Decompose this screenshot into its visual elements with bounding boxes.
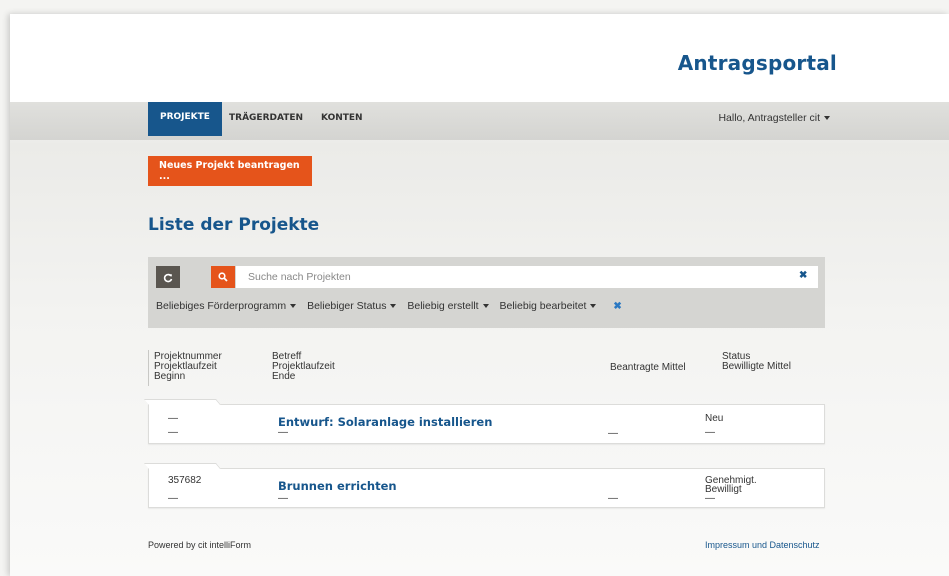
filter-foerderprogramm[interactable]: Beliebiges Förderprogramm	[156, 300, 297, 312]
filter-label: Beliebiger Status	[307, 300, 387, 312]
user-greeting: Hallo, Antragsteller cit	[718, 112, 820, 124]
status-text: Neu	[705, 413, 724, 424]
column-header-status[interactable]: Status Bewilligte Mittel	[722, 352, 791, 372]
new-project-button[interactable]: Neues Projekt beantragen ...	[148, 156, 312, 186]
table-row[interactable]: — — Entwurf: Solaranlage installieren — …	[143, 399, 825, 444]
filter-label: Beliebiges Förderprogramm	[156, 300, 287, 312]
search-button[interactable]	[211, 266, 235, 288]
footer-legal-link[interactable]: Impressum und Datenschutz	[705, 540, 820, 550]
requested-funds: —	[608, 493, 618, 504]
chevron-down-icon	[590, 304, 597, 309]
column-separator	[148, 350, 149, 386]
approved-funds: —	[705, 493, 715, 504]
project-end: —	[278, 493, 288, 504]
column-header-betreff[interactable]: Betreff Projektlaufzeit Ende	[272, 352, 335, 382]
filter-row: Beliebiges Förderprogramm Beliebiger Sta…	[156, 300, 622, 312]
tab-traegerdaten[interactable]: TRÄGERDATEN	[229, 102, 303, 140]
column-header-projektnummer[interactable]: Projektnummer Projektlaufzeit Beginn	[154, 352, 222, 382]
approved-funds: —	[705, 427, 715, 438]
refresh-button[interactable]	[156, 266, 180, 288]
row-tab-notch	[143, 399, 221, 405]
project-number: —	[168, 413, 178, 424]
tab-projekte[interactable]: PROJEKTE	[148, 102, 222, 136]
filter-panel: ✖ Beliebiges Förderprogramm Beliebiger S…	[148, 257, 825, 328]
clear-search-icon[interactable]: ✖	[799, 270, 807, 281]
chevron-down-icon	[390, 304, 397, 309]
project-end: —	[278, 427, 288, 438]
page-title: Liste der Projekte	[148, 215, 320, 235]
project-number: 357682	[168, 475, 202, 486]
filter-bearbeitet[interactable]: Beliebig bearbeitet	[500, 300, 597, 312]
table-row[interactable]: 357682 — Brunnen errichten — — Genehmigt…	[143, 463, 825, 508]
chevron-down-icon	[482, 304, 489, 309]
filter-label: Beliebig bearbeitet	[499, 300, 587, 312]
project-subject-link[interactable]: Entwurf: Solaranlage installieren	[278, 415, 492, 429]
search-icon	[218, 272, 228, 282]
brand-title: Antragsportal	[677, 51, 837, 75]
project-subject-link[interactable]: Brunnen errichten	[278, 479, 397, 493]
project-begin: —	[168, 427, 178, 438]
chevron-down-icon	[824, 116, 830, 121]
header-line: Beginn	[154, 371, 186, 382]
tab-konten[interactable]: KONTEN	[321, 102, 363, 140]
requested-funds: —	[608, 428, 618, 439]
filter-erstellt[interactable]: Beliebig erstellt	[407, 300, 489, 312]
refresh-icon	[163, 273, 173, 283]
project-begin: —	[168, 493, 178, 504]
user-menu[interactable]: Hallo, Antragsteller cit	[718, 102, 830, 134]
filter-label: Beliebig erstellt	[407, 300, 479, 312]
top-navbar: PROJEKTE TRÄGERDATEN KONTEN Hallo, Antra…	[10, 102, 949, 140]
filter-status[interactable]: Beliebiger Status	[307, 300, 397, 312]
header-line: Bewilligte Mittel	[722, 361, 791, 372]
search-input[interactable]	[236, 266, 818, 288]
header-line: Ende	[272, 371, 296, 382]
column-header-beantragte-mittel[interactable]: Beantragte Mittel	[610, 363, 686, 373]
footer-powered-by: Powered by cit intelliForm	[148, 540, 252, 550]
page: Antragsportal PROJEKTE TRÄGERDATEN KONTE…	[10, 14, 949, 576]
row-tab-notch	[143, 463, 221, 469]
chevron-down-icon	[290, 304, 297, 309]
clear-filters-icon[interactable]: ✖	[613, 301, 621, 312]
